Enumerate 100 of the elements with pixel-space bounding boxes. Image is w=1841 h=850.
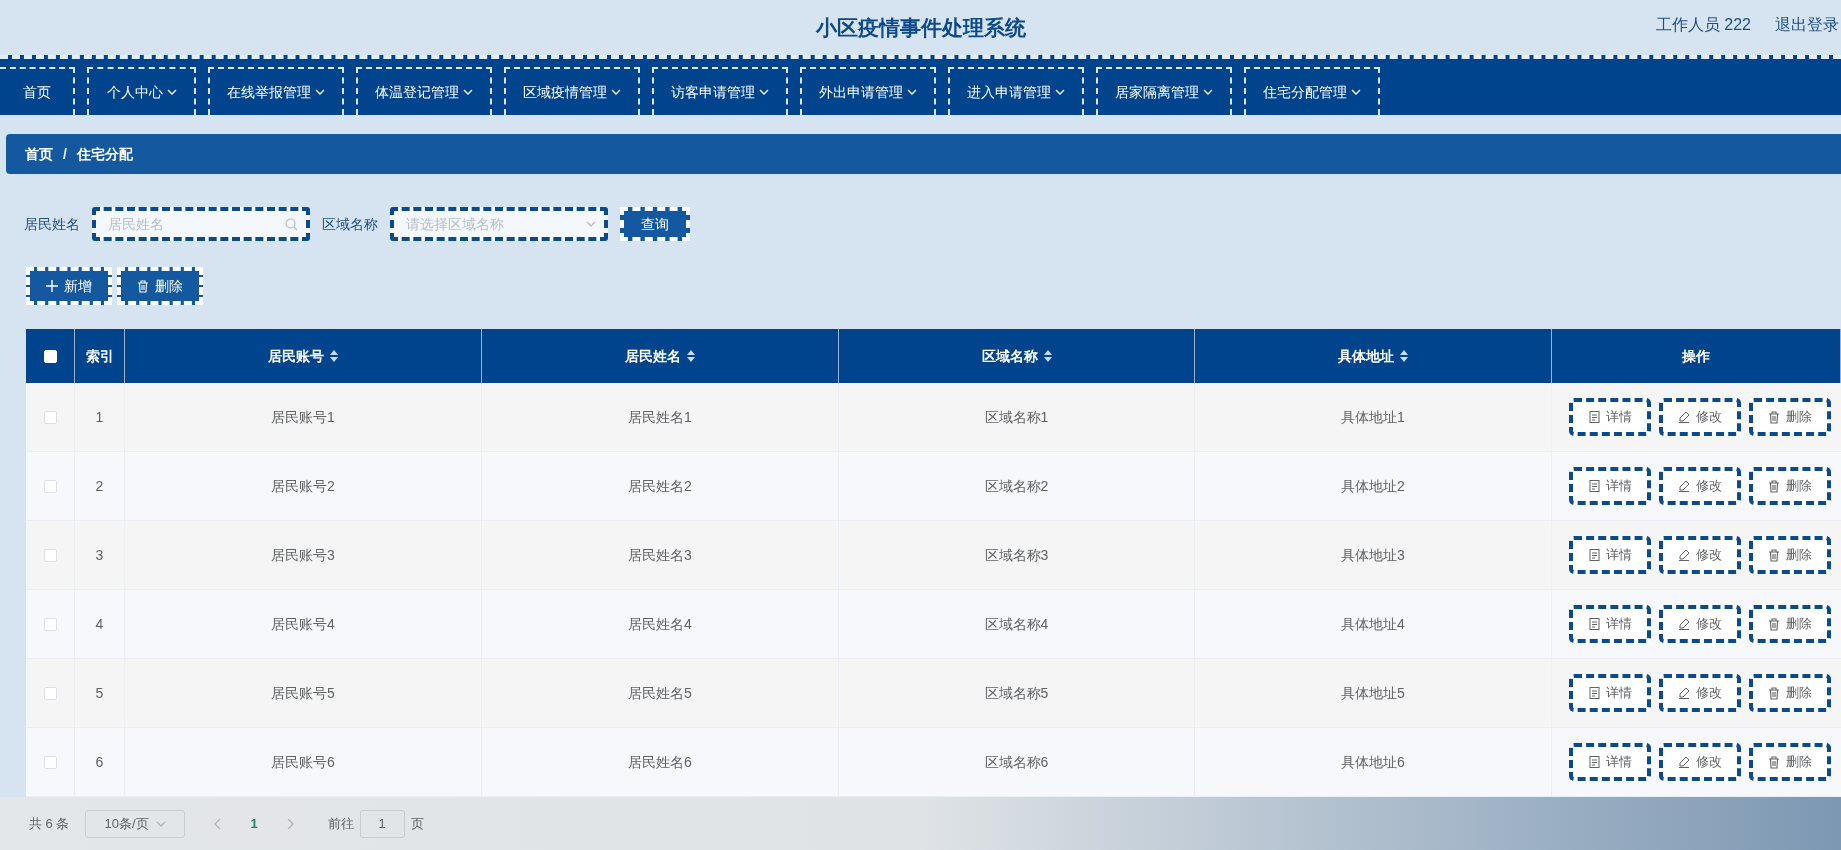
app-title: 小区疫情事件处理系统 [815,14,1026,41]
table-cell-text: 区域名称2 [984,476,1049,496]
table-cell-text: 5 [95,683,104,703]
delete-button[interactable]: 删除 [1749,743,1831,781]
breadcrumb-link[interactable]: 首页 [25,143,53,165]
column-header[interactable]: 居民姓名 [625,345,681,367]
row-checkbox[interactable] [43,479,57,493]
trash-icon [1768,479,1780,493]
nav-menu-item[interactable]: 进入申请管理 [948,67,1084,115]
chevron-down-icon [463,87,473,97]
table-cell-text: 区域名称5 [984,683,1049,703]
delete-button[interactable]: 删除 [1749,467,1831,505]
document-icon [1588,618,1600,630]
page-size-select[interactable]: 10条/页 [85,809,186,838]
edit-button[interactable]: 修改 [1659,398,1741,436]
document-icon [1588,756,1600,768]
edit-button[interactable]: 修改 [1659,467,1741,505]
pencil-icon [1678,480,1690,492]
chevron-down-icon [759,87,769,97]
table-cell-text: 4 [95,614,104,634]
page-input[interactable]: 1 [359,809,405,838]
table-cell-text: 1 [95,407,104,427]
breadcrumb-separator: / [63,144,67,164]
table-cell-text: 居民姓名6 [628,752,692,772]
chevron-right-icon [285,817,294,830]
table-cell-text: 居民姓名1 [628,407,692,427]
breadcrumb-link[interactable]: 住宅分配 [76,143,133,165]
search-icon [285,218,298,231]
row-checkbox[interactable] [43,686,57,700]
pencil-icon [1678,549,1690,561]
nav-menu-item[interactable]: 首页 [0,67,75,115]
chevron-down-icon [315,87,325,97]
detail-button[interactable]: 详情 [1569,674,1651,712]
pencil-icon [1678,411,1690,423]
column-header[interactable]: 具体地址 [1338,345,1394,367]
table-cell-text: 居民账号1 [271,407,335,427]
nav-menu-item[interactable]: 区域疫情管理 [504,67,640,115]
column-header: 索引 [85,346,114,366]
table-cell-text: 具体地址2 [1341,476,1405,496]
table-cell-text: 居民账号2 [271,476,335,496]
document-icon [1588,549,1600,561]
delete-button[interactable]: 删除 [1749,605,1831,643]
delete-button[interactable]: 删除 [1749,674,1831,712]
edit-button[interactable]: 修改 [1659,743,1741,781]
table-cell-text: 具体地址1 [1341,407,1405,427]
delete-button[interactable]: 删除 [117,267,203,305]
table-cell-text: 具体地址6 [1341,752,1405,772]
row-checkbox[interactable] [43,410,57,424]
nav-menu-item[interactable]: 体温登记管理 [356,67,492,115]
add-button[interactable]: 新增 [26,267,112,305]
document-icon [1588,687,1600,699]
sort-icon [1400,350,1408,362]
table-cell-text: 居民姓名2 [628,476,692,496]
document-icon [1588,480,1600,492]
table-cell-text: 居民账号5 [271,683,335,703]
row-checkbox[interactable] [43,548,57,562]
page-suffix: 页 [410,814,424,833]
detail-button[interactable]: 详情 [1569,398,1651,436]
delete-button[interactable]: 删除 [1749,536,1831,574]
nav-menu-item[interactable]: 个人中心 [87,67,196,115]
goto-label: 前往 [327,814,354,833]
nav-menu-item[interactable]: 外出申请管理 [800,67,936,115]
query-button[interactable]: 查询 [620,207,690,241]
trash-icon [1768,617,1780,631]
detail-button[interactable]: 详情 [1569,536,1651,574]
chevron-down-icon [611,87,621,97]
select-all-checkbox[interactable] [43,349,57,363]
nav-menu-item[interactable]: 在线举报管理 [208,67,344,115]
column-header[interactable]: 区域名称 [981,345,1038,367]
document-icon [1588,411,1600,423]
edit-button[interactable]: 修改 [1659,536,1741,574]
delete-button[interactable]: 删除 [1749,398,1831,436]
detail-button[interactable]: 详情 [1569,605,1651,643]
row-checkbox[interactable] [43,617,57,631]
chevron-down-icon [166,87,177,97]
edit-button[interactable]: 修改 [1659,605,1741,643]
row-checkbox[interactable] [43,755,57,769]
pencil-icon [1678,687,1690,699]
plus-icon [46,280,58,292]
trash-icon [137,279,149,293]
logout-link[interactable]: 退出登录 [1775,13,1841,37]
table-cell-text: 具体地址3 [1341,545,1405,565]
column-header[interactable]: 居民账号 [268,345,324,367]
table-cell-text: 居民账号3 [271,545,335,565]
search-field[interactable]: 居民姓名 [92,207,310,241]
total-count: 共 6 条 [29,814,70,833]
nav-menu-item[interactable]: 住宅分配管理 [1244,67,1380,115]
edit-button[interactable]: 修改 [1659,674,1741,712]
filter-label: 区域名称 [322,214,378,234]
nav-menu-item[interactable]: 访客申请管理 [652,67,788,115]
chevron-down-icon [586,219,596,229]
nav-menu-item[interactable]: 居家隔离管理 [1096,67,1232,115]
detail-button[interactable]: 详情 [1569,743,1651,781]
table-cell-text: 区域名称1 [984,407,1049,427]
detail-button[interactable]: 详情 [1569,467,1651,505]
chevron-down-icon [1055,87,1065,97]
sort-icon [687,350,695,362]
table-cell-text: 2 [95,476,104,496]
table-cell-text: 居民姓名4 [628,614,692,634]
select-field[interactable]: 请选择区域名称 [390,207,608,241]
